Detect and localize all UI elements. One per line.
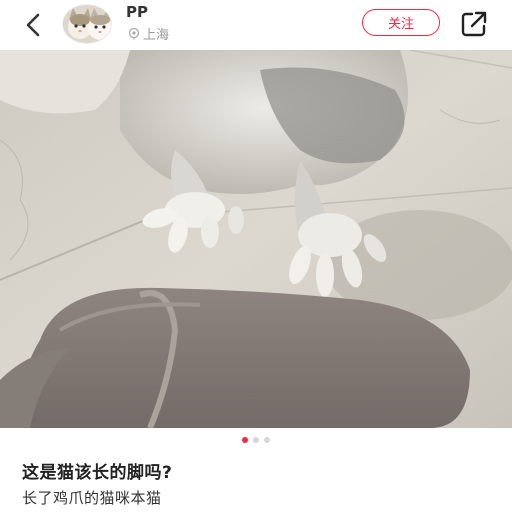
share-icon[interactable] <box>459 9 489 39</box>
cat-paws-photo <box>0 50 512 428</box>
avatar[interactable] <box>62 4 112 44</box>
post-description: 长了鸡爪的猫咪本猫 <box>22 489 162 507</box>
carousel-dot[interactable] <box>242 437 248 443</box>
carousel-dot[interactable] <box>253 437 259 443</box>
cats-avatar-icon <box>63 5 111 43</box>
post-photo[interactable] <box>0 50 512 428</box>
carousel-indicator <box>0 437 512 443</box>
follow-button[interactable]: 关注 <box>362 9 440 36</box>
top-bar: PP 上海 关注 <box>0 0 512 50</box>
location: 上海 <box>128 24 169 43</box>
location-pin-icon <box>128 27 140 39</box>
location-text: 上海 <box>143 28 170 43</box>
post-title: 这是猫该长的脚吗? <box>22 463 173 483</box>
back-chevron-icon[interactable] <box>18 9 50 41</box>
carousel-dot[interactable] <box>264 437 270 443</box>
username[interactable]: PP <box>126 3 148 21</box>
